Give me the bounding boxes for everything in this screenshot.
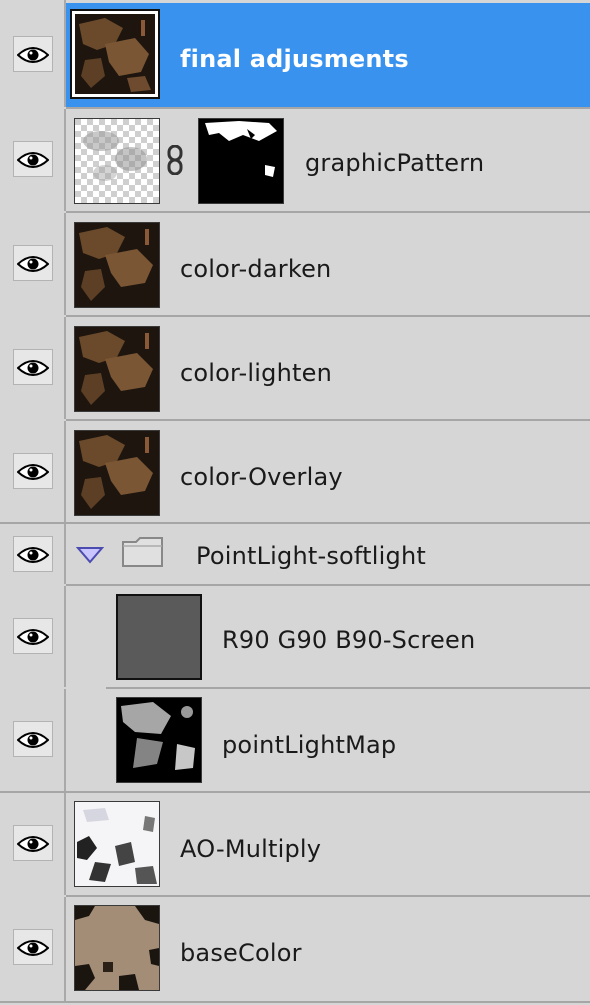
- layer-thumbnail: [74, 118, 160, 204]
- layer-row-ao-multiply[interactable]: AO-Multiply: [0, 793, 590, 895]
- layer-thumbnail: [74, 905, 160, 991]
- visibility-cell: [0, 109, 66, 211]
- eye-icon[interactable]: [13, 618, 53, 654]
- layer-name[interactable]: final adjusments: [180, 45, 409, 73]
- eye-icon[interactable]: [13, 141, 53, 177]
- layer-row-r90-g90-b90-screen[interactable]: R90 G90 B90-Screen: [0, 586, 590, 687]
- row-separator: [0, 1001, 590, 1003]
- layer-name[interactable]: color-lighten: [180, 359, 332, 387]
- layer-row-color-overlay[interactable]: color-Overlay: [0, 421, 590, 522]
- layer-name[interactable]: baseColor: [180, 939, 302, 967]
- visibility-cell: [0, 524, 66, 584]
- layer-thumbnail: [74, 326, 160, 412]
- layer-name[interactable]: color-darken: [180, 255, 331, 283]
- visibility-cell: [0, 213, 66, 315]
- visibility-cell: [0, 317, 66, 419]
- group-name[interactable]: PointLight-softlight: [196, 542, 426, 570]
- layer-thumbnail: [116, 697, 202, 783]
- eye-icon[interactable]: [13, 721, 53, 757]
- eye-icon[interactable]: [13, 349, 53, 385]
- layer-row-graphic-pattern[interactable]: graphicPattern: [0, 109, 590, 211]
- eye-icon[interactable]: [13, 453, 53, 489]
- layer-group-pointlight-softlight[interactable]: PointLight-softlight: [0, 524, 590, 584]
- layer-row-basecolor[interactable]: baseColor: [0, 897, 590, 1001]
- layer-mask-thumbnail[interactable]: [198, 118, 284, 204]
- visibility-cell: [0, 586, 66, 687]
- layer-name[interactable]: pointLightMap: [222, 731, 396, 759]
- chain-link-icon[interactable]: [166, 144, 184, 176]
- layer-thumbnail: [74, 430, 160, 516]
- visibility-cell: [0, 0, 66, 107]
- visibility-cell: [0, 897, 66, 1001]
- visibility-cell: [0, 793, 66, 895]
- folder-icon: [122, 536, 164, 572]
- layer-row-final-adjusments[interactable]: final adjusments: [0, 0, 590, 107]
- layer-thumbnail: [70, 9, 160, 99]
- layer-name[interactable]: R90 G90 B90-Screen: [222, 626, 475, 654]
- layer-row-color-darken[interactable]: color-darken: [0, 213, 590, 315]
- layer-name[interactable]: color-Overlay: [180, 463, 343, 491]
- eye-icon[interactable]: [13, 536, 53, 572]
- eye-icon[interactable]: [13, 929, 53, 965]
- eye-icon[interactable]: [13, 245, 53, 281]
- layer-row-color-lighten[interactable]: color-lighten: [0, 317, 590, 419]
- layer-name[interactable]: graphicPattern: [305, 149, 484, 177]
- visibility-cell: [0, 689, 66, 791]
- eye-icon[interactable]: [13, 36, 53, 72]
- layer-thumbnail: [74, 222, 160, 308]
- layer-row-pointlightmap[interactable]: pointLightMap: [0, 689, 590, 791]
- layer-name[interactable]: AO-Multiply: [180, 835, 321, 863]
- layers-panel: final adjusments graphicPattern color-da…: [0, 0, 590, 1005]
- layer-thumbnail: [116, 594, 202, 680]
- disclosure-triangle-icon[interactable]: [75, 546, 105, 568]
- eye-icon[interactable]: [13, 825, 53, 861]
- visibility-cell: [0, 421, 66, 522]
- layer-thumbnail: [74, 801, 160, 887]
